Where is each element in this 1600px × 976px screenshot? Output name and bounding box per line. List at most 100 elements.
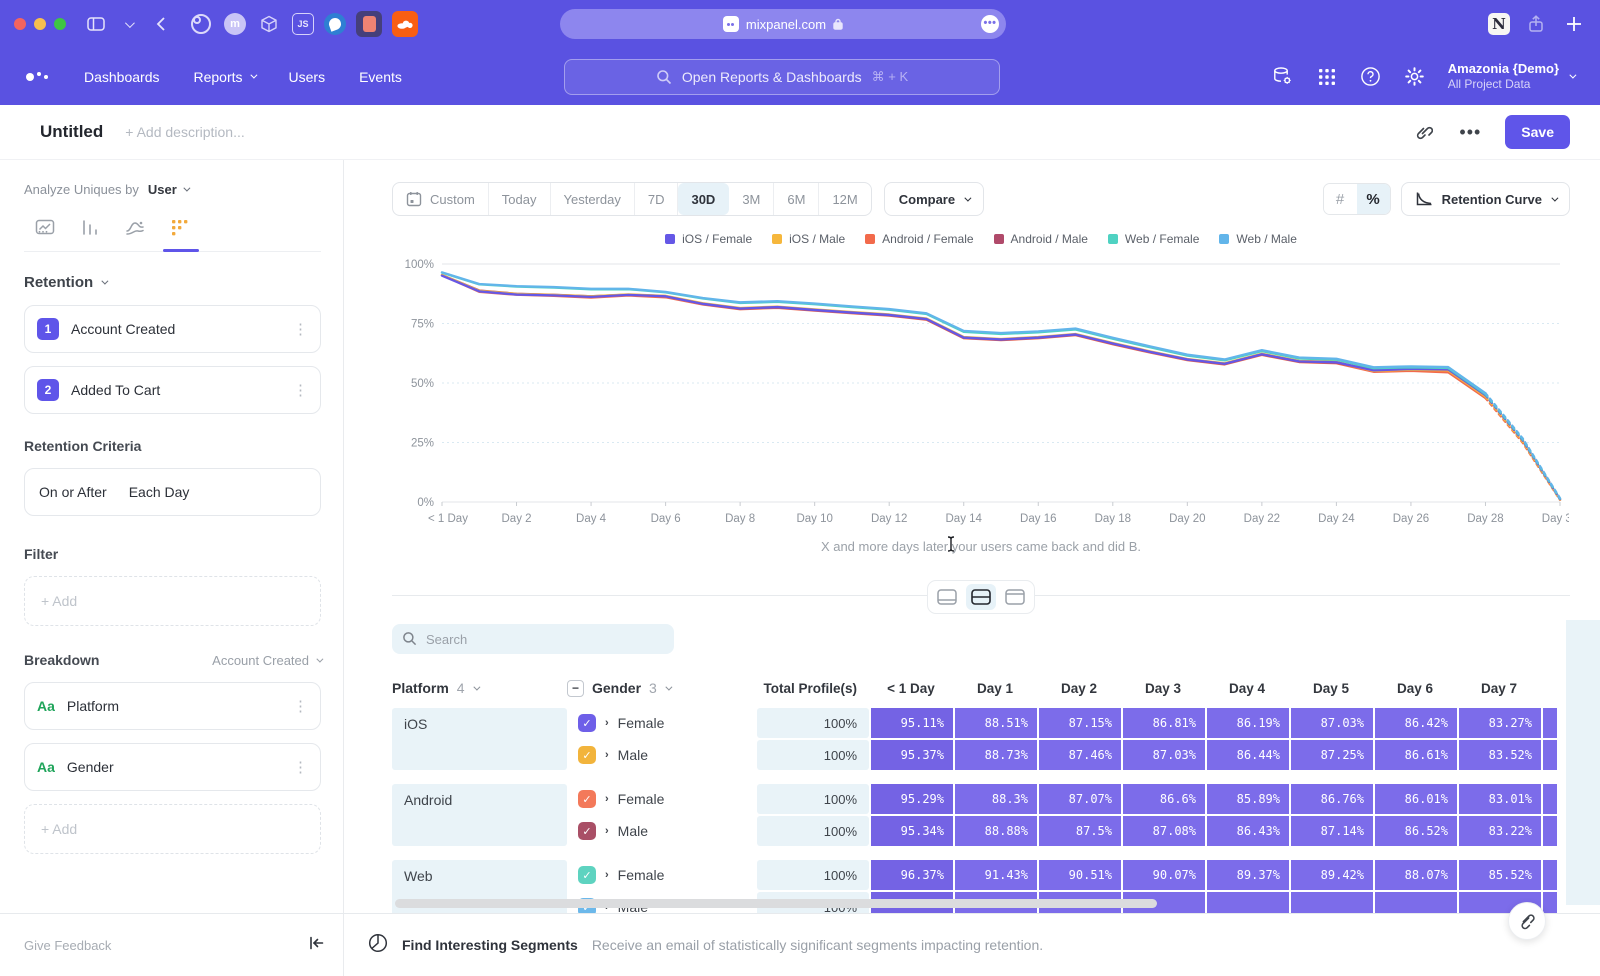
chart-type-select[interactable]: Retention Curve — [1401, 182, 1570, 216]
settings-gear-icon[interactable] — [1404, 66, 1426, 88]
split-view-toggle[interactable] — [966, 584, 996, 610]
find-segments-link[interactable]: Find Interesting Segments — [402, 937, 578, 953]
retention-value-cell[interactable]: 87.03% — [1291, 708, 1373, 738]
retention-criteria-card[interactable]: On or After Each Day — [24, 468, 321, 516]
legend-item[interactable]: iOS / Male — [772, 232, 845, 246]
zoom-window-button[interactable] — [54, 18, 66, 30]
retention-value-cell[interactable]: 83.52% — [1459, 740, 1541, 770]
table-only-toggle[interactable] — [1000, 584, 1030, 610]
tab-retention[interactable] — [169, 217, 191, 239]
extension-target-icon[interactable] — [188, 11, 214, 37]
retention-value-cell[interactable]: 89.42% — [1291, 860, 1373, 890]
retention-value-cell[interactable]: 89.37% — [1207, 860, 1289, 890]
account-menu[interactable]: Amazonia {Demo} All Project Data — [1448, 61, 1574, 92]
retention-value-cell[interactable]: 86.43% — [1207, 816, 1289, 846]
range-yesterday[interactable]: Yesterday — [551, 183, 635, 215]
extension-bird-icon[interactable] — [324, 13, 346, 35]
retention-value-cell[interactable]: 95.34% — [871, 816, 953, 846]
browser-sidebar-icon[interactable] — [84, 12, 108, 36]
retention-value-cell[interactable]: 88.88% — [955, 816, 1037, 846]
mixpanel-logo[interactable] — [26, 72, 48, 82]
table-search-input[interactable] — [392, 624, 674, 654]
table-row[interactable]: ✓›Female100%95.29%88.3%87.07%86.6%85.89%… — [567, 784, 1557, 814]
retention-value-cell[interactable] — [1291, 892, 1373, 913]
add-filter-button[interactable]: + Add — [24, 576, 321, 626]
gender-column-header[interactable]: − Gender 3 — [567, 680, 757, 697]
retention-value-cell[interactable]: 88.73% — [955, 740, 1037, 770]
share-icon[interactable] — [1524, 12, 1548, 36]
close-window-button[interactable] — [14, 18, 26, 30]
retention-value-cell[interactable] — [1207, 892, 1289, 913]
retention-value-cell[interactable]: 87.46% — [1039, 740, 1121, 770]
nav-users[interactable]: Users — [289, 69, 326, 85]
platform-column-header[interactable]: Platform 4 — [392, 680, 567, 696]
retention-value-cell[interactable]: 91.43% — [955, 860, 1037, 890]
retention-section-heading[interactable]: Retention — [24, 274, 321, 291]
segment-checkbox[interactable]: ✓ — [578, 746, 596, 764]
retention-step-1[interactable]: 1 Account Created ⋮ — [24, 305, 321, 353]
step-menu-icon[interactable]: ⋮ — [293, 381, 308, 399]
retention-value-cell[interactable]: 85.52% — [1459, 860, 1541, 890]
select-all-checkbox[interactable]: − — [567, 680, 584, 697]
table-row[interactable]: ✓›Male100%95.34%88.88%87.5%87.08%86.43%8… — [567, 816, 1557, 846]
address-bar[interactable]: mixpanel.com ••• — [560, 9, 1006, 39]
retention-value-cell[interactable]: 83.22% — [1459, 816, 1541, 846]
retention-value-cell[interactable]: 87.25% — [1291, 740, 1373, 770]
criteria-mode[interactable]: On or After — [39, 484, 107, 500]
retention-value-cell[interactable]: 87.07% — [1039, 784, 1121, 814]
breakdown-platform[interactable]: Aa Platform ⋮ — [24, 682, 321, 730]
extension-soundcloud-icon[interactable] — [392, 11, 418, 37]
vertical-scrollbar-track[interactable] — [1566, 620, 1600, 905]
retention-value-cell[interactable]: 88.51% — [955, 708, 1037, 738]
legend-item[interactable]: Android / Male — [994, 232, 1088, 246]
retention-value-cell[interactable]: 83.27% — [1459, 708, 1541, 738]
table-row[interactable]: ✓›Male100%95.37%88.73%87.46%87.03%86.44%… — [567, 740, 1557, 770]
table-search[interactable] — [392, 624, 674, 654]
tab-insights[interactable] — [34, 217, 56, 239]
apps-grid-icon[interactable] — [1316, 66, 1338, 88]
expand-row-icon[interactable]: › — [605, 793, 609, 805]
retention-value-cell[interactable]: 88.3% — [955, 784, 1037, 814]
retention-value-cell[interactable]: 85.89% — [1207, 784, 1289, 814]
range-3m[interactable]: 3M — [729, 183, 774, 215]
chevron-down-icon[interactable] — [116, 12, 140, 36]
retention-value-cell[interactable]: 86.61% — [1375, 740, 1457, 770]
retention-value-cell[interactable] — [1375, 892, 1457, 913]
segment-checkbox[interactable]: ✓ — [578, 866, 596, 884]
retention-value-cell[interactable]: 86.42% — [1375, 708, 1457, 738]
nav-reports[interactable]: Reports — [194, 69, 255, 85]
retention-chart[interactable]: 100%75%50%25%0%< 1 DayDay 2Day 4Day 6Day… — [392, 252, 1570, 533]
retention-value-cell[interactable]: 87.5% — [1039, 816, 1121, 846]
retention-value-cell[interactable]: 86.01% — [1375, 784, 1457, 814]
tab-flows[interactable] — [124, 217, 146, 239]
breakdown-menu-icon[interactable]: ⋮ — [293, 758, 308, 776]
share-link-fab[interactable] — [1508, 902, 1546, 940]
more-options-icon[interactable]: ••• — [1459, 128, 1481, 136]
retention-value-cell[interactable]: 86.44% — [1207, 740, 1289, 770]
extension-m-icon[interactable]: m — [224, 13, 246, 35]
page-actions-icon[interactable]: ••• — [981, 15, 999, 33]
range-30d[interactable]: 30D — [678, 183, 729, 215]
retention-value-cell[interactable]: 86.52% — [1375, 816, 1457, 846]
copy-link-icon[interactable] — [1413, 121, 1435, 143]
tab-funnels[interactable] — [79, 217, 101, 239]
segment-checkbox[interactable]: ✓ — [578, 714, 596, 732]
retention-value-cell[interactable]: 90.51% — [1039, 860, 1121, 890]
retention-value-cell[interactable]: 87.08% — [1123, 816, 1205, 846]
save-button[interactable]: Save — [1505, 115, 1570, 149]
add-description[interactable]: + Add description... — [125, 124, 244, 140]
percent-format-button[interactable]: % — [1357, 184, 1390, 214]
retention-value-cell[interactable]: 83.01% — [1459, 784, 1541, 814]
back-icon[interactable] — [148, 12, 172, 36]
retention-value-cell[interactable]: 86.19% — [1207, 708, 1289, 738]
retention-value-cell[interactable]: 95.29% — [871, 784, 953, 814]
table-row[interactable]: ✓›Female100%96.37%91.43%90.51%90.07%89.3… — [567, 860, 1557, 890]
expand-row-icon[interactable]: › — [605, 749, 609, 761]
table-row[interactable]: ✓›Female100%95.11%88.51%87.15%86.81%86.1… — [567, 708, 1557, 738]
segment-checkbox[interactable]: ✓ — [578, 790, 596, 808]
global-search[interactable]: Open Reports & Dashboards ⌘ + K — [564, 59, 1000, 95]
retention-value-cell[interactable]: 96.37% — [871, 860, 953, 890]
legend-item[interactable]: Android / Female — [865, 232, 973, 246]
compare-button[interactable]: Compare — [884, 182, 984, 216]
nav-events[interactable]: Events — [359, 69, 402, 85]
